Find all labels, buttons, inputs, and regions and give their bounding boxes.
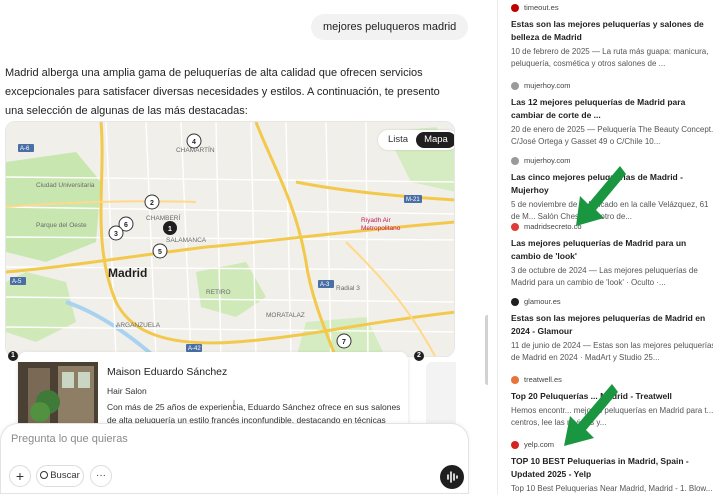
source-title[interactable]: TOP 10 BEST Peluquerias in Madrid, Spain… bbox=[511, 455, 713, 481]
results-map[interactable]: A-6 M-21 A-5 A-3 A-42 CHAMARTÍN Ciudad U… bbox=[5, 121, 455, 357]
svg-text:5: 5 bbox=[158, 249, 162, 256]
card-index-badge-next: 2 bbox=[414, 351, 424, 361]
more-options-button[interactable]: ··· bbox=[90, 465, 112, 487]
map-pin: 7 bbox=[336, 333, 352, 349]
favicon-icon bbox=[511, 441, 519, 449]
app-root: mejores peluqueros madrid Madrid alberga… bbox=[0, 0, 713, 494]
place-label: Parque del Oeste bbox=[36, 222, 87, 229]
source-snippet: 11 de junio de 2024 — Estas son las mejo… bbox=[511, 341, 713, 362]
map-pin: 2 bbox=[144, 194, 160, 210]
map-pin: 5 bbox=[152, 243, 168, 259]
source-snippet: 20 de enero de 2025 — Peluquería The Bea… bbox=[511, 125, 713, 146]
place-label: RETIRO bbox=[206, 289, 231, 296]
toggle-map-button[interactable]: Mapa bbox=[416, 132, 454, 148]
voice-mode-button[interactable] bbox=[440, 465, 464, 489]
favicon-icon bbox=[511, 223, 519, 231]
source-snippet: Top 10 Best Peluquerias Near Madrid, Mad… bbox=[511, 484, 713, 493]
source-title[interactable]: Estas son las mejores peluquerías y salo… bbox=[511, 18, 713, 44]
place-label: SALAMANCA bbox=[166, 237, 207, 244]
favicon-icon bbox=[511, 298, 519, 306]
place-title[interactable]: Maison Eduardo Sánchez bbox=[107, 366, 227, 378]
road-label: M-21 bbox=[406, 197, 420, 203]
source-item[interactable]: glamour.es Estas son las mejores peluque… bbox=[511, 296, 713, 364]
road-label: A-6 bbox=[20, 146, 30, 152]
svg-text:4: 4 bbox=[192, 139, 196, 146]
svg-text:7: 7 bbox=[342, 339, 346, 346]
user-message: mejores peluqueros madrid bbox=[311, 14, 469, 40]
source-domain: timeout.es bbox=[524, 3, 559, 12]
source-domain: yelp.com bbox=[524, 440, 555, 449]
card-index-badge: 1 bbox=[8, 351, 18, 361]
composer: Pregunta lo que quieras + Buscar ··· bbox=[0, 423, 469, 494]
annotation-arrow-icon bbox=[564, 384, 618, 446]
favicon-icon bbox=[511, 4, 519, 12]
map-pin: 4 bbox=[186, 133, 202, 149]
globe-icon bbox=[40, 471, 49, 479]
attach-button[interactable]: + bbox=[9, 465, 31, 487]
svg-text:2: 2 bbox=[150, 200, 154, 207]
place-label: Ciudad Universitaria bbox=[36, 182, 95, 189]
chat-scrollbar[interactable] bbox=[485, 315, 488, 385]
road-label: A-3 bbox=[320, 282, 330, 288]
source-domain: mujerhoy.com bbox=[524, 156, 571, 165]
place-label: Metropolitano bbox=[361, 225, 401, 232]
source-title[interactable]: Las 12 mejores peluquerías de Madrid par… bbox=[511, 96, 713, 122]
source-domain: mujerhoy.com bbox=[524, 81, 571, 90]
map-canvas: A-6 M-21 A-5 A-3 A-42 CHAMARTÍN Ciudad U… bbox=[6, 122, 454, 356]
search-button-label: Buscar bbox=[50, 470, 80, 481]
chat-pane: mejores peluqueros madrid Madrid alberga… bbox=[0, 0, 488, 494]
source-item[interactable]: madridsecreto.co Las mejores peluquerías… bbox=[511, 221, 713, 289]
map-pin: 1 bbox=[163, 221, 177, 235]
favicon-icon bbox=[511, 157, 519, 165]
sources-panel: timeout.es Estas son las mejores peluque… bbox=[497, 0, 713, 494]
search-button[interactable]: Buscar bbox=[36, 465, 84, 487]
source-item[interactable]: mujerhoy.com Las 12 mejores peluquerías … bbox=[511, 80, 713, 148]
favicon-icon bbox=[511, 376, 519, 384]
road-label: A-5 bbox=[12, 279, 22, 285]
source-snippet: 3 de octubre de 2024 — Las mejores peluq… bbox=[511, 266, 698, 287]
map-view-toggle: Lista Mapa bbox=[378, 130, 454, 150]
source-title[interactable]: Estas son las mejores peluquerías de Mad… bbox=[511, 312, 713, 338]
source-item[interactable]: timeout.es Estas son las mejores peluque… bbox=[511, 2, 713, 70]
annotation-arrow-icon bbox=[576, 166, 626, 226]
city-label: Madrid bbox=[108, 266, 147, 280]
place-label: Radial 3 bbox=[336, 285, 360, 292]
source-domain: glamour.es bbox=[524, 297, 561, 306]
favicon-icon bbox=[511, 82, 519, 90]
waveform-icon bbox=[447, 471, 458, 483]
toggle-list-button[interactable]: Lista bbox=[380, 132, 416, 148]
place-type: Hair Salon bbox=[107, 386, 147, 396]
assistant-answer-intro: Madrid alberga una amplia gama de peluqu… bbox=[5, 67, 440, 117]
map-pin: 3 bbox=[108, 225, 124, 241]
svg-text:1: 1 bbox=[168, 226, 172, 233]
source-title[interactable]: Las mejores peluquerías de Madrid para u… bbox=[511, 237, 713, 263]
place-label: CHAMBERÍ bbox=[146, 213, 181, 222]
source-snippet: 10 de febrero de 2025 — La ruta más guap… bbox=[511, 47, 709, 68]
place-label: Riyadh Air bbox=[361, 217, 391, 224]
scroll-down-icon[interactable]: ↓ bbox=[226, 395, 242, 411]
svg-text:3: 3 bbox=[114, 231, 118, 238]
svg-text:6: 6 bbox=[124, 222, 128, 229]
place-label: MORATALAZ bbox=[266, 312, 305, 319]
prompt-input[interactable]: Pregunta lo que quieras bbox=[11, 433, 128, 445]
place-label: ARGANZUELA bbox=[116, 322, 161, 329]
